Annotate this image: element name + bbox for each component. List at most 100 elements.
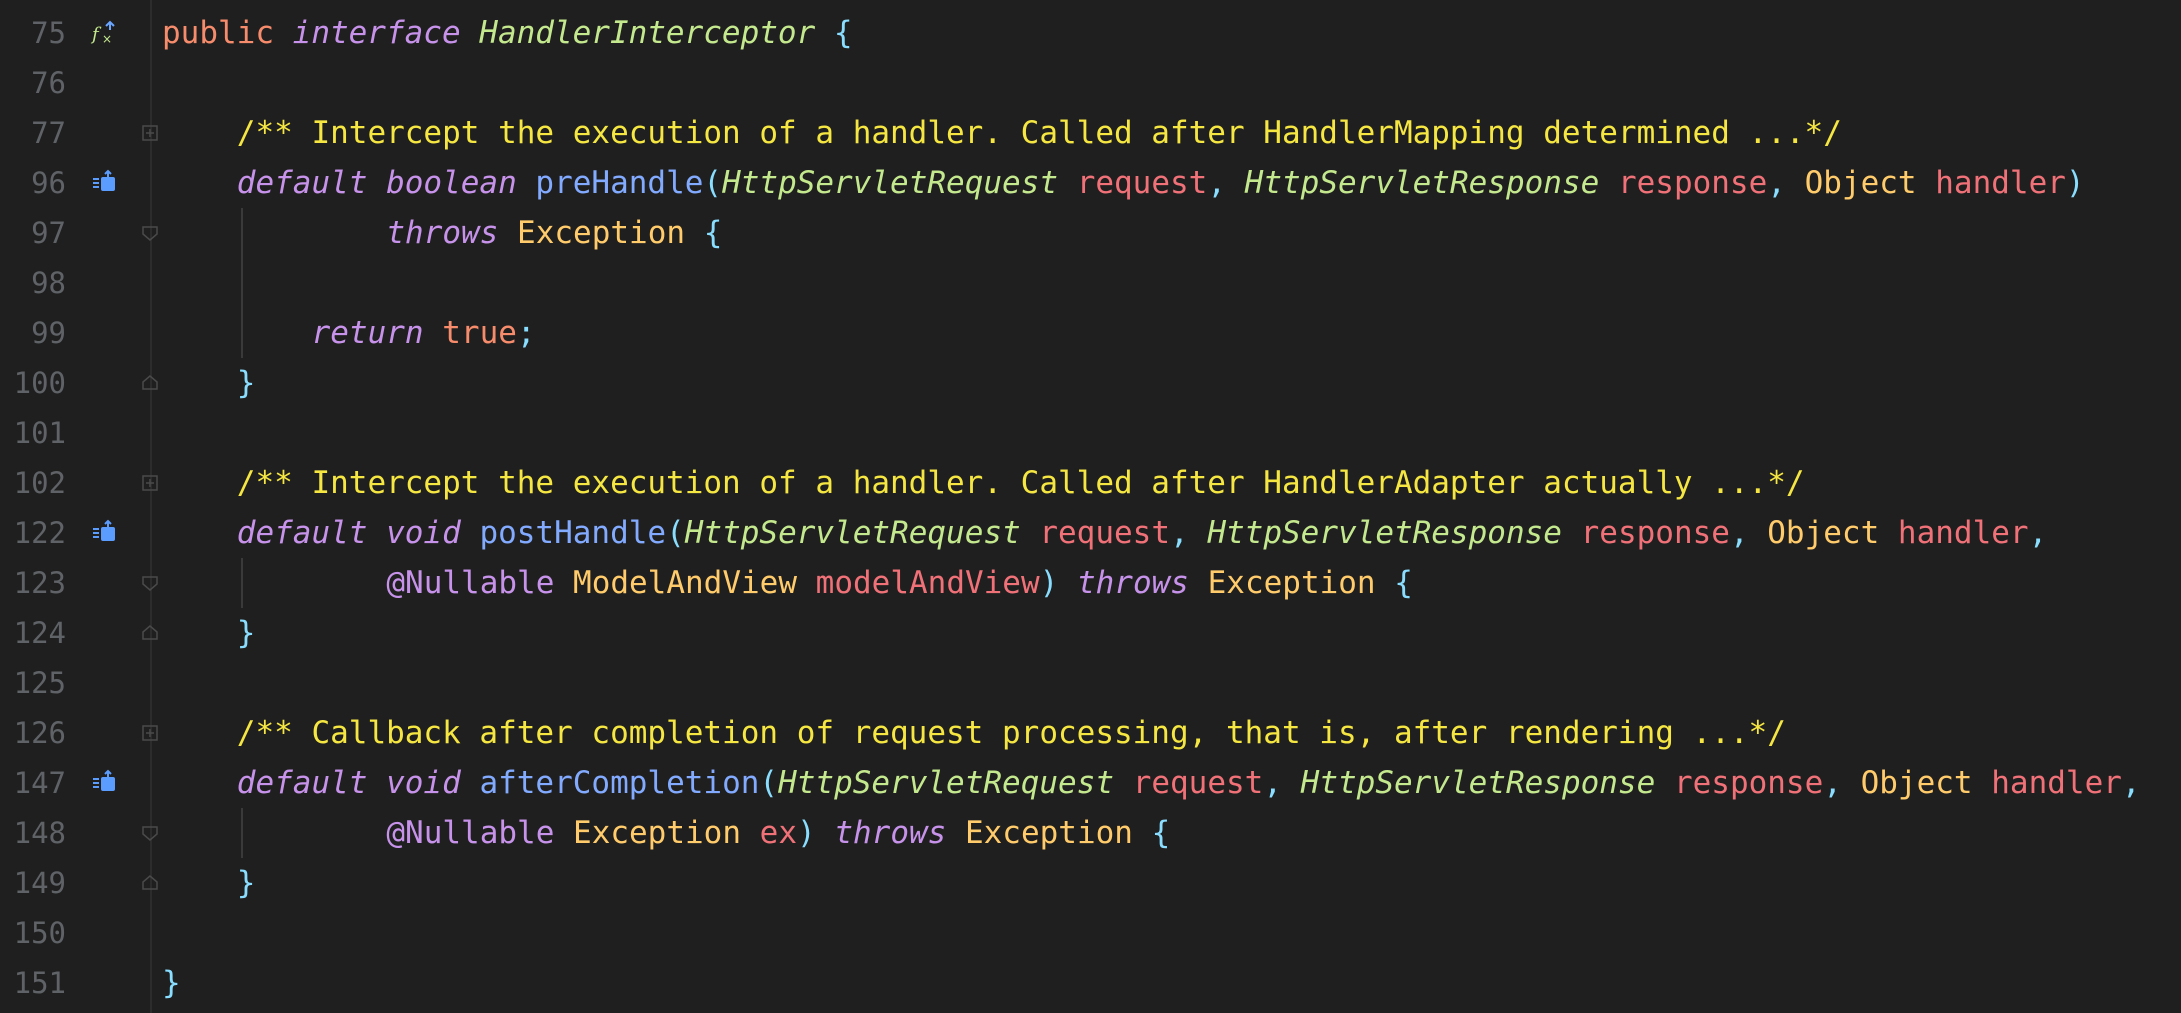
- line-number[interactable]: 102: [0, 458, 66, 508]
- code-token: postHandle: [479, 515, 667, 551]
- code-token: ex: [759, 815, 797, 851]
- code-line[interactable]: 149}: [0, 858, 2181, 908]
- line-number[interactable]: 77: [0, 108, 66, 158]
- line-number[interactable]: 151: [0, 958, 66, 1008]
- code-line[interactable]: 99 return true;: [0, 308, 2181, 358]
- fold-open-icon[interactable]: [138, 208, 162, 258]
- code-line[interactable]: 76: [0, 58, 2181, 108]
- line-number[interactable]: 123: [0, 558, 66, 608]
- code-line[interactable]: 125: [0, 658, 2181, 708]
- code-text[interactable]: @Nullable Exception ex) throws Exception…: [386, 808, 1170, 858]
- code-line[interactable]: 151}: [0, 958, 2181, 1008]
- code-line[interactable]: 123 @Nullable ModelAndView modelAndView) …: [0, 558, 2181, 608]
- line-number[interactable]: 124: [0, 608, 66, 658]
- fold-close-icon[interactable]: [138, 858, 162, 908]
- line-number[interactable]: 125: [0, 658, 66, 708]
- code-token: {: [1132, 815, 1171, 851]
- code-token: HttpServletResponse: [1244, 165, 1618, 201]
- code-line[interactable]: 147 default void afterCompletion(HttpServ…: [0, 758, 2181, 808]
- code-token: (: [703, 165, 723, 201]
- code-token: response: [1580, 515, 1730, 551]
- code-token: ): [2065, 165, 2085, 201]
- code-token: preHandle: [535, 165, 704, 201]
- line-number[interactable]: 98: [0, 258, 66, 308]
- code-line[interactable]: 101: [0, 408, 2181, 458]
- code-line[interactable]: 75 f × public interface HandlerInterceptor …: [0, 8, 2181, 58]
- code-token: Object: [1804, 165, 1936, 201]
- code-token: @Nullable: [386, 815, 574, 851]
- code-token: ,: [1263, 765, 1301, 801]
- override-icon[interactable]: [88, 508, 122, 558]
- line-number[interactable]: 99: [0, 308, 66, 358]
- code-text[interactable]: }: [237, 608, 256, 658]
- line-number[interactable]: 122: [0, 508, 66, 558]
- code-line[interactable]: 98: [0, 258, 2181, 308]
- code-token: response: [1617, 165, 1768, 201]
- code-line[interactable]: 124}: [0, 608, 2181, 658]
- line-number[interactable]: 100: [0, 358, 66, 408]
- code-editor[interactable]: 75 f × public interface HandlerInterceptor …: [0, 0, 2181, 1013]
- line-number[interactable]: 147: [0, 758, 66, 808]
- code-line[interactable]: 102 /** Intercept the execution of a hand…: [0, 458, 2181, 508]
- code-token: ModelAndView: [573, 565, 816, 601]
- code-text[interactable]: @Nullable ModelAndView modelAndView) thr…: [386, 558, 1413, 608]
- line-number[interactable]: 76: [0, 58, 66, 108]
- fold-collapsed-icon[interactable]: [138, 108, 162, 158]
- fold-collapsed-icon[interactable]: [138, 458, 162, 508]
- code-token: Exception: [517, 215, 686, 251]
- code-token: }: [162, 965, 181, 1001]
- code-text[interactable]: }: [237, 358, 256, 408]
- line-number[interactable]: 96: [0, 158, 66, 208]
- code-token: HttpServletRequest: [722, 165, 1077, 201]
- line-number[interactable]: 150: [0, 908, 66, 958]
- code-text[interactable]: /** Intercept the execution of a handler…: [237, 108, 1842, 158]
- code-token: HttpServletRequest: [684, 515, 1040, 551]
- code-token: ,: [2028, 515, 2048, 551]
- line-number[interactable]: 149: [0, 858, 66, 908]
- code-text[interactable]: public interface HandlerInterceptor {: [162, 8, 853, 58]
- code-token: /** Intercept the execution of a handler…: [236, 465, 1805, 501]
- line-number[interactable]: 126: [0, 708, 66, 758]
- code-line[interactable]: 148 @Nullable Exception ex) throws Except…: [0, 808, 2181, 858]
- code-line[interactable]: 97 throws Exception {: [0, 208, 2181, 258]
- code-token: afterCompletion: [479, 765, 760, 801]
- code-line[interactable]: 100}: [0, 358, 2181, 408]
- code-token: HttpServletResponse: [1207, 515, 1581, 551]
- fold-close-icon[interactable]: [138, 358, 162, 408]
- fold-collapsed-icon[interactable]: [138, 708, 162, 758]
- code-token: boolean: [386, 165, 536, 201]
- fold-open-icon[interactable]: [138, 808, 162, 858]
- code-text[interactable]: /** Callback after completion of request…: [237, 708, 1786, 758]
- override-icon[interactable]: [88, 158, 122, 208]
- fold-close-icon[interactable]: [138, 608, 162, 658]
- code-line[interactable]: 77 /** Intercept the execution of a handl…: [0, 108, 2181, 158]
- code-text[interactable]: return true;: [312, 308, 536, 358]
- code-line[interactable]: 150: [0, 908, 2181, 958]
- code-text[interactable]: default void postHandle(HttpServletReque…: [237, 508, 2047, 558]
- line-number[interactable]: 75: [0, 8, 66, 58]
- code-text[interactable]: }: [162, 958, 181, 1008]
- fold-open-icon[interactable]: [138, 558, 162, 608]
- code-text[interactable]: }: [237, 858, 256, 908]
- code-token: ,: [1767, 165, 1805, 201]
- line-number[interactable]: 148: [0, 808, 66, 858]
- code-text[interactable]: default boolean preHandle(HttpServletReq…: [237, 158, 2085, 208]
- code-line[interactable]: 96 default boolean preHandle(HttpServletR…: [0, 158, 2181, 208]
- code-token: Exception: [964, 815, 1133, 851]
- code-token: ,: [2121, 765, 2141, 801]
- code-line[interactable]: 122 default void postHandle(HttpServletRe…: [0, 508, 2181, 558]
- code-token: /** Callback after completion of request…: [236, 715, 1786, 751]
- code-token: request: [1132, 765, 1264, 801]
- code-token: interface: [292, 15, 480, 51]
- code-text[interactable]: /** Intercept the execution of a handler…: [237, 458, 1805, 508]
- code-token: @Nullable: [386, 565, 574, 601]
- code-token: ;: [516, 315, 536, 351]
- override-icon[interactable]: [88, 758, 122, 808]
- line-number[interactable]: 101: [0, 408, 66, 458]
- code-token: HandlerInterceptor: [479, 15, 816, 51]
- code-text[interactable]: throws Exception {: [386, 208, 722, 258]
- code-text[interactable]: default void afterCompletion(HttpServlet…: [237, 758, 2141, 808]
- line-number[interactable]: 97: [0, 208, 66, 258]
- implemented-icon[interactable]: f ×: [88, 8, 122, 58]
- code-line[interactable]: 126 /** Callback after completion of requ…: [0, 708, 2181, 758]
